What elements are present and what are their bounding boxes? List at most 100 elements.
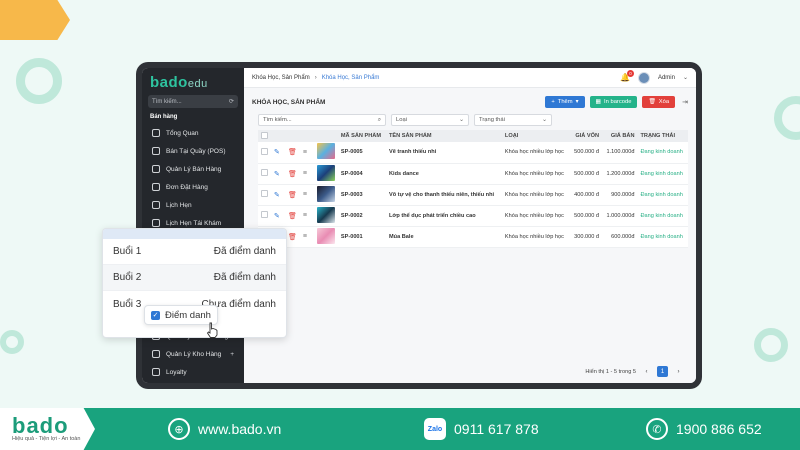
add-button[interactable]: + Thêm ▾ [545,96,585,108]
product-search-input[interactable]: Tìm kiếm... ⌕ [258,114,386,126]
tablet-frame: badoedu Tìm kiếm... ⟳ Bán hàng Tổng Quan… [136,62,702,389]
col-name[interactable]: TÊN SẢN PHẨM [386,130,502,142]
footer-website[interactable]: ⊕ www.bado.vn [168,418,281,440]
edit-icon[interactable]: ✎ [274,171,280,178]
row-checkbox[interactable] [261,211,268,218]
topbar-right: 🔔 0 Admin ⌄ [620,69,688,84]
attendance-row[interactable]: Buổi 2 Đã điểm danh [103,265,286,291]
session-label: Buổi 3 [113,298,142,310]
menu-icon[interactable]: ≡ [303,233,307,240]
trash-icon[interactable]: 🗑 [288,149,297,156]
loyalty-icon [152,368,160,376]
product-price: 1.200.000đ [602,163,638,185]
select-all-checkbox[interactable] [261,131,268,139]
page-actions: + Thêm ▾ ▦ In barcode 🗑 Xóa ⇥ [545,96,688,108]
status-select[interactable]: Trạng thái ⌄ [474,114,552,126]
trash-icon[interactable]: 🗑 [288,213,297,220]
product-thumbnail [316,227,335,244]
page-number-button[interactable]: 1 [657,366,668,377]
product-code: SP-0001 [337,226,386,248]
topbar: Khóa Học, Sản Phẩm › Khóa Học, Sản Phẩm … [244,68,696,88]
trash-icon[interactable]: 🗑 [288,192,297,199]
phone-icon: ✆ [646,418,668,440]
table-row[interactable]: ✎ 🗑 ≡ SP-0003 Võ tự vệ cho thanh thiếu n… [258,184,688,206]
trash-icon[interactable]: 🗑 [288,234,297,241]
menu-icon[interactable]: ≡ [303,212,307,219]
table-row[interactable]: ✎ 🗑 ≡ SP-0004 Kids dance Khóa học nhiều … [258,163,688,185]
col-code[interactable]: MÃ SẢN PHẨM [338,130,386,142]
decorative-ring [754,328,788,362]
next-page-button[interactable]: › [673,366,684,377]
decorative-arrow-shape [0,0,70,40]
breadcrumb-parent[interactable]: Khóa Học, Sản Phẩm [252,75,310,81]
product-cost: 500.000 đ [569,142,603,164]
footer-hotline[interactable]: ✆ 1900 886 652 [646,418,762,440]
edit-icon[interactable]: ✎ [274,192,280,199]
sidebar-item-orders[interactable]: Đơn Đặt Hàng [148,178,238,196]
attendance-row[interactable]: Buổi 1 Đã điểm danh [103,239,286,265]
expand-plus-icon[interactable]: + [230,351,234,358]
user-name[interactable]: Admin [658,75,675,81]
product-type: Khóa học nhiều lớp học [501,142,570,164]
product-thumbnail [316,164,335,181]
footer-zalo[interactable]: Zalo 0911 617 878 [424,418,539,440]
trash-icon[interactable]: 🗑 [288,171,297,178]
session-label: Buổi 2 [113,272,142,283]
col-price[interactable]: GIÁ BÁN [602,130,637,142]
sidebar-section-title: Bán hàng [150,114,178,120]
prev-page-button[interactable]: ‹ [641,366,652,377]
product-code: SP-0005 [337,142,386,164]
row-checkbox[interactable] [261,147,268,155]
sidebar-item-appointments[interactable]: Lịch Hẹn [148,196,238,214]
decorative-ring [774,96,800,140]
edit-icon[interactable]: ✎ [274,149,280,156]
type-select[interactable]: Loại ⌄ [391,114,469,126]
decorative-ring [0,330,24,354]
table-row[interactable]: ✎ 🗑 ≡ SP-0001 Múa Bale Khóa học nhiều lớ… [258,226,688,248]
search-icon: ⌕ [377,116,381,123]
dashboard-icon [152,129,160,137]
sidebar-search-input[interactable]: Tìm kiếm... ⟳ [148,95,238,108]
product-thumbnail [316,143,335,160]
col-status[interactable]: TRẠNG THÁI [638,130,688,142]
bell-icon[interactable]: 🔔 0 [620,69,634,83]
print-barcode-button[interactable]: ▦ In barcode [589,96,638,108]
row-checkbox[interactable] [261,190,268,197]
chevron-down-icon: ⌄ [459,117,464,123]
product-name: Múa Bale [386,226,502,248]
pagination: Hiển thị 1 - 5 trong 5 ‹ 1 › [244,366,696,383]
sidebar-item-sales[interactable]: Quản Lý Bán Hàng [148,160,238,178]
chevron-down-icon[interactable]: ⌄ [683,74,688,81]
footer-logo[interactable]: bado Hiệu quả - Tiện lợi - An toàn [0,408,95,450]
edit-icon[interactable]: ✎ [274,213,280,220]
product-price: 600.000đ [602,226,638,248]
status-badge: Đang kinh doanh [637,226,688,248]
footer-brand: bado [12,413,69,438]
row-checkbox[interactable] [261,169,268,176]
popup-header [103,229,286,239]
menu-icon[interactable]: ≡ [303,149,307,156]
chevron-down-icon: ⌄ [542,117,547,123]
breadcrumb-chevron-icon: › [314,74,317,81]
sidebar-item-pos[interactable]: Bán Tại Quầy (POS) [148,142,238,160]
menu-icon[interactable]: ≡ [303,191,307,198]
sidebar-item-overview[interactable]: Tổng Quan [148,124,238,142]
table-row[interactable]: ✎ 🗑 ≡ SP-0002 Lớp thể dục phát triển chi… [258,205,688,227]
col-cost[interactable]: GIÁ VỐN [570,130,602,142]
page-title: KHÓA HỌC, SẢN PHẨM [252,98,326,106]
app-logo[interactable]: badoedu [148,74,238,95]
collapse-panel-icon[interactable]: ⇥ [682,98,688,106]
delete-button[interactable]: 🗑 Xóa [642,96,676,108]
product-code: SP-0003 [337,184,386,206]
notification-badge: 0 [626,69,634,77]
table-row[interactable]: ✎ 🗑 ≡ SP-0005 Vẽ tranh thiếu nhi Khóa họ… [258,142,688,164]
menu-icon[interactable]: ≡ [303,170,307,177]
sidebar-item-loyalty[interactable]: Loyalty [148,363,238,381]
avatar[interactable] [637,71,650,84]
refresh-icon[interactable]: ⟳ [229,98,234,105]
col-type[interactable]: LOẠI [502,130,570,142]
globe-icon: ⊕ [168,418,190,440]
breadcrumb-current[interactable]: Khóa Học, Sản Phẩm [322,75,380,81]
hand-cursor-icon [206,322,218,338]
sidebar-item-warehouse[interactable]: Quản Lý Kho Hàng + [148,345,238,363]
